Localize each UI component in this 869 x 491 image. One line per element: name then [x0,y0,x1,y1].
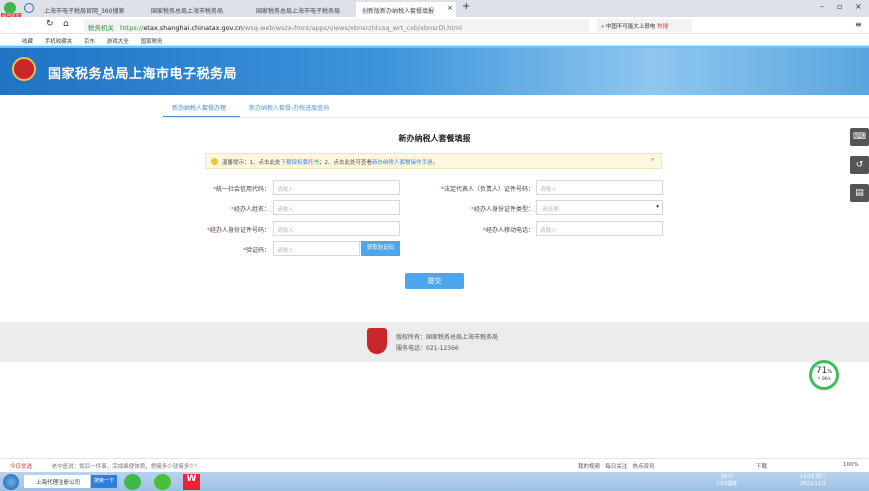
memory-unit: % [827,369,833,375]
close-tip-icon[interactable]: × [650,157,655,163]
get-captcha-button[interactable]: 获取验证码 [361,241,400,256]
bookmark-games[interactable]: 游戏大全 [107,39,129,45]
wps-icon[interactable]: W [183,474,200,490]
taskbar: 上海代理注册公司 搜索一下 W 36°C CPU温度 14:15 周二 2021/1… [0,472,869,491]
refresh-icon[interactable]: ↺ [850,156,869,174]
bookmark-tax[interactable]: 国家税务 [141,39,163,45]
tax-emblem-logo [12,57,36,81]
start-button[interactable] [3,474,19,490]
minimize-icon[interactable]: – [820,2,824,11]
taskbar-search-button[interactable]: 搜索一下 [91,475,117,488]
agent-id-type-label: *经办人身份证件类型： [470,206,534,213]
today-picks[interactable]: 今日优选 [10,464,32,470]
url-path: /wsq-web/wszx-front/apps/views/xbnsrzhtc… [242,24,462,32]
close-window-icon[interactable]: × [855,2,862,11]
nav-divider [160,117,868,118]
browser-tab-bar: 返回首页 上海市电子税局官网_360搜索 国家税务总局上海市税务局 国家税务总局… [0,0,869,19]
agent-id-label: *经办人身份证件号码： [206,227,270,234]
copyright-text: 版权所有：国家税务总局上海市税务局 [396,334,499,341]
page-title: 新办纳税人套餐填报 [398,134,471,143]
chat-icon[interactable]: ⌨ [850,128,869,146]
bookmark-jd[interactable]: 京东 [84,39,95,45]
my-videos[interactable]: 我的视频 [578,464,600,470]
hot-news[interactable]: 热点资讯 [633,464,655,470]
agent-id-input[interactable]: 请输入 [273,221,400,236]
daily-focus[interactable]: 每日关注 [605,464,627,470]
menu-icon[interactable]: ≡ [855,20,862,29]
search-box[interactable]: ⌕ 中国不可能大上很电 热搜 [597,19,692,32]
url-prefix: https:// [120,24,144,32]
service-phone: 服务电话：021-12366 [396,345,459,352]
close-tab-icon[interactable]: × [447,4,453,12]
url-input[interactable]: 税务机关 https://etax.shanghai.chinatax.gov.c… [84,19,589,32]
status-bar: 今日优选 老中医说：饭后一件事，完成乘便体质，想瘦多少就瘦多少！ 我的视频 每日… [0,458,869,472]
new-tab-button[interactable]: + [462,1,470,12]
warning-icon [211,158,218,165]
tab-new-taxpayer-package[interactable]: 新办纳税人套餐办理 [172,103,226,112]
tip-banner: 温馨提示：1、点击此处下载授权委托书；2、点击此处可查看新办纳税人套餐操作手册。… [205,153,662,169]
calculator-icon[interactable]: ▤ [850,184,869,202]
tab-search[interactable]: 上海市电子税局官网_360搜索 [38,2,143,17]
back-icon[interactable]: ‹ [8,20,11,28]
captcha-input[interactable]: 请输入 [273,241,360,256]
clock[interactable]: 14:15 周二 2021/11/3 [800,474,826,488]
zoom-level[interactable]: 100% [843,462,859,468]
credit-code-input[interactable]: 请输入 [273,180,400,195]
site-title: 国家税务总局上海市电子税务局 [48,67,238,82]
search-text: 中国不可能大上很电 [605,24,656,30]
memory-percent: 71 [815,366,828,376]
agent-name-label: *经办人姓名： [230,206,270,213]
agent-phone-label: *经办人移动电话： [482,227,534,234]
bookmarks-bar: 收藏 手机收藏夹 京东 游戏大全 国家税务 [0,34,869,46]
agent-phone-input[interactable]: 请输入 [536,221,663,236]
navigate-icon[interactable] [24,3,34,13]
footer: 版权所有：国家税务总局上海市税务局 服务电话：021-12366 [0,322,869,362]
tab-etax[interactable]: 国家税务总局上海市电子税务局 [250,2,352,17]
dropdown-arrow-icon: ▾ [656,204,659,210]
footer-emblem-logo [367,328,387,354]
360-browser-icon[interactable] [154,474,171,490]
agent-name-input[interactable]: 请输入 [273,200,400,215]
tab-progress-query[interactable]: 新办纳税人套餐-办税进度查询 [249,103,329,112]
address-bar-row: ‹ › ↻ ⌂ 税务机关 https://etax.shanghai.chinat… [0,17,869,34]
tab-tax-bureau[interactable]: 国家税务总局上海市税务局 [145,2,247,17]
url-host: etax.shanghai.chinatax.gov.cn [143,24,243,32]
memory-widget[interactable]: 71% ↑ 0K/s [809,360,839,390]
select-value: -请选择- [540,207,561,213]
legal-id-input[interactable]: 请输入 [536,180,663,195]
maximize-icon[interactable]: ▫ [837,2,842,11]
network-speed: ↑ 0K/s [817,376,831,381]
submit-button[interactable]: 提交 [405,273,464,289]
credit-code-label: *统一社会信用代码： [212,186,270,193]
manual-link[interactable]: 新办纳税人套餐操作手册 [372,160,433,166]
download-button[interactable]: 下载 [756,462,767,470]
tip-suffix: 。 [432,160,439,166]
bookmark-mobile[interactable]: 手机收藏夹 [45,39,73,45]
tip-text-mid: ；2、点击此处可查看 [319,160,373,166]
bookmark-favorites[interactable]: 收藏 [22,39,33,45]
agent-id-type-select[interactable]: -请选择- ▾ [536,200,663,215]
site-header: 国家税务总局上海市电子税务局 [0,46,869,95]
hot-label: 热搜 [657,24,669,30]
news-ticker[interactable]: 老中医说：饭后一件事，完成乘便体质，想瘦多少就瘦多少！ [52,464,201,470]
reload-icon[interactable]: ↻ [46,19,54,29]
cpu-temp: 36°C [720,474,734,480]
forward-icon[interactable]: › [28,20,31,28]
captcha-label: *验证码： [242,247,270,254]
taskbar-search-input[interactable]: 上海代理注册公司 [24,475,90,488]
download-authorization-link[interactable]: 下载授权委托书 [281,160,320,166]
tab-active[interactable]: 创新版新办纳税人套餐填报 [356,2,456,17]
home-icon[interactable]: ⌂ [63,19,69,29]
cpu-label: CPU温度 [717,481,738,487]
360-safe-icon[interactable] [124,474,141,490]
tip-text: 温馨提示：1、点击此处 [222,160,281,166]
site-tag: 税务机关 [88,24,114,32]
legal-id-label: *法定代表人（负责人）证件号码： [440,186,534,193]
